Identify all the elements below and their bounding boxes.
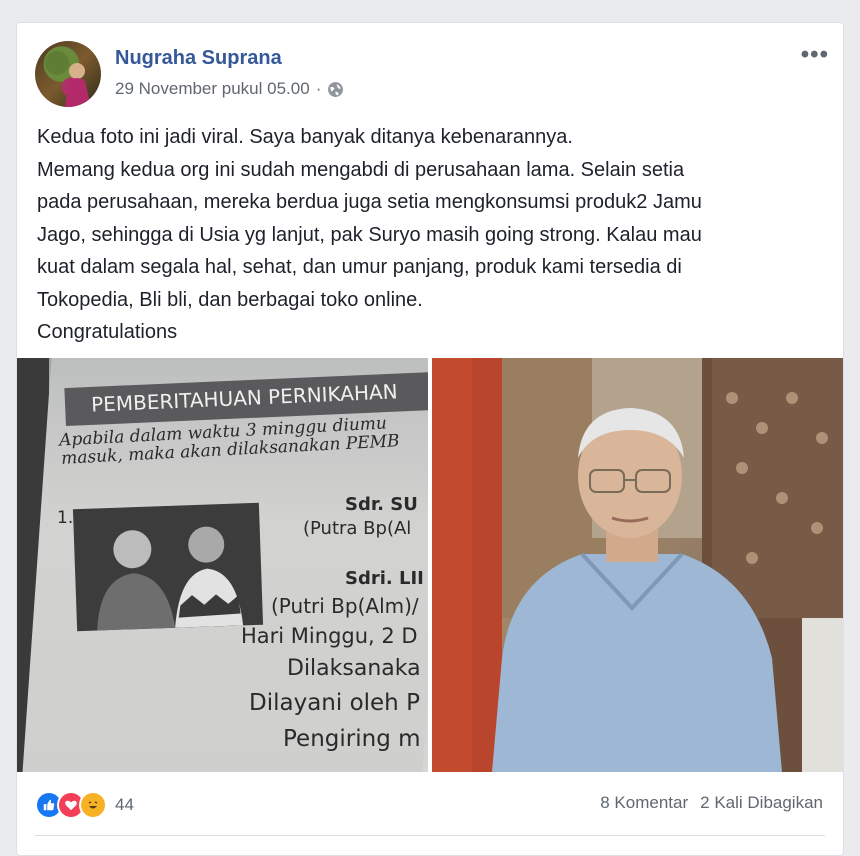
footer-divider xyxy=(35,835,825,836)
bride-parent: (Putri Bp(Alm)/ xyxy=(271,594,419,618)
document-item-number: 1. xyxy=(57,508,74,528)
avatar[interactable] xyxy=(35,41,101,107)
photo-grid: PEMBERITAHUAN PERNIKAHAN Apabila dalam w… xyxy=(17,358,843,772)
couple-photo xyxy=(72,502,264,632)
post-timestamp[interactable]: 29 November pukul 05.00 xyxy=(115,79,310,99)
globe-icon[interactable] xyxy=(327,81,344,98)
post-text-line: Kedua foto ini jadi viral. Saya banyak d… xyxy=(37,126,573,148)
post-text-line: kuat dalam segala hal, sehat, dan umur p… xyxy=(37,256,682,278)
post-text-line: Tokopedia, Bli bli, dan berbagai toko on… xyxy=(37,288,423,311)
elderly-man-illustration xyxy=(432,358,843,772)
reactions-summary[interactable]: 44 xyxy=(35,791,134,819)
wedding-officiant: Dilayani oleh P xyxy=(249,690,420,716)
post-text-line: Congratulations xyxy=(37,321,178,343)
post-text: Kedua foto ini jadi viral. Saya banyak d… xyxy=(37,121,827,349)
meta-separator: · xyxy=(315,79,322,98)
photo-elderly-man[interactable] xyxy=(432,358,843,772)
post-text-line: Memang kedua org ini sudah mengabdi di p… xyxy=(37,158,685,181)
author-name[interactable]: Nugraha Suprana xyxy=(115,47,282,70)
post-footer: 44 8 Komentar 2 Kali Dibagikan xyxy=(17,773,843,833)
wedding-place: Dilaksanaka xyxy=(287,656,421,681)
shares-count[interactable]: 2 Kali Dibagikan xyxy=(700,793,823,813)
groom-name: Sdr. SU xyxy=(345,494,418,515)
photo-wedding-announcement[interactable]: PEMBERITAHUAN PERNIKAHAN Apabila dalam w… xyxy=(17,358,428,772)
wedding-day: Hari Minggu, 2 D xyxy=(241,624,418,648)
wedding-escort: Pengiring m xyxy=(283,726,421,752)
comments-count[interactable]: 8 Komentar xyxy=(600,793,688,813)
more-options-button[interactable]: ••• xyxy=(801,41,829,69)
bride-name: Sdri. LII xyxy=(345,568,424,589)
avatar-photo xyxy=(45,51,91,107)
post-card: Nugraha Suprana 29 November pukul 05.00 … xyxy=(16,22,844,856)
post-text-line: pada perusahaan, mereka berdua juga seti… xyxy=(37,191,702,213)
post-meta: 29 November pukul 05.00 · xyxy=(115,79,344,99)
haha-reaction-icon xyxy=(79,791,107,819)
post-text-line: Jago, sehingga di Usia yg lanjut, pak Su… xyxy=(37,223,702,246)
reaction-count: 44 xyxy=(115,795,134,814)
post-stats: 8 Komentar 2 Kali Dibagikan xyxy=(600,793,823,813)
groom-parent: (Putra Bp(Al xyxy=(303,518,412,539)
